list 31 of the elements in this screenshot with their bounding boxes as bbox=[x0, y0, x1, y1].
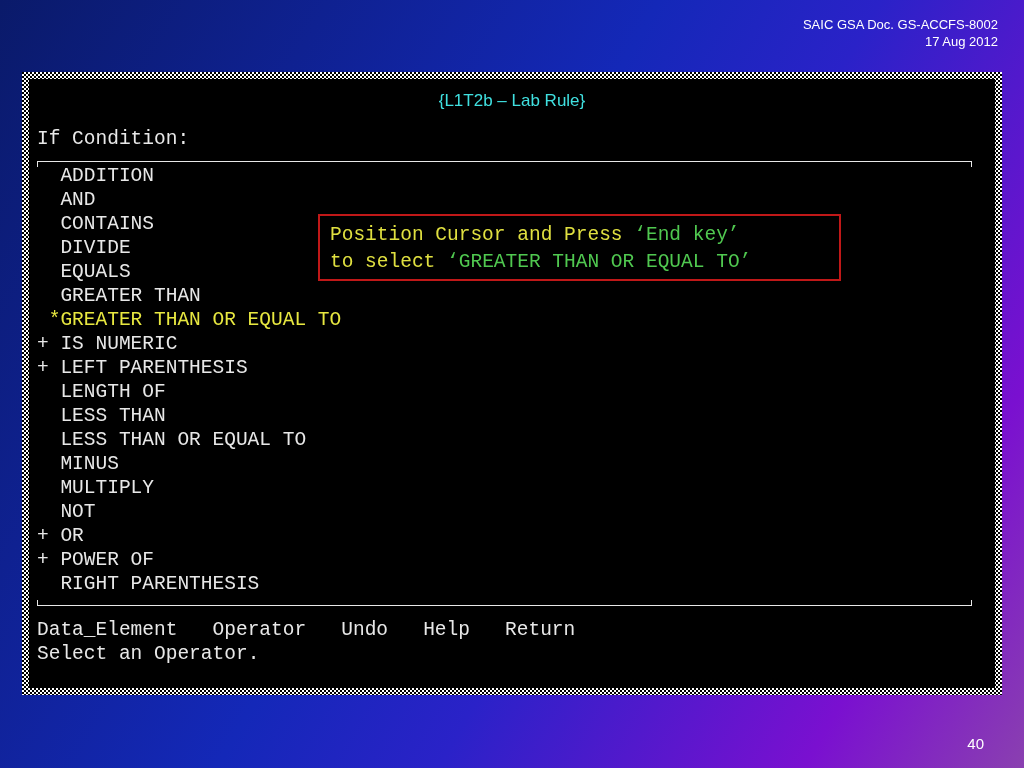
menu-option[interactable]: Return bbox=[505, 618, 576, 642]
operator-item[interactable]: + IS NUMERIC bbox=[37, 332, 178, 356]
operator-item[interactable]: MULTIPLY bbox=[37, 476, 154, 500]
menu-option[interactable]: Data_Element bbox=[37, 618, 178, 642]
operator-item[interactable]: LENGTH OF bbox=[37, 380, 166, 404]
operator-item[interactable]: GREATER THAN bbox=[37, 284, 201, 308]
operator-item[interactable]: DIVIDE bbox=[37, 236, 131, 260]
operator-item[interactable]: + POWER OF bbox=[37, 548, 154, 572]
operator-item[interactable]: LESS THAN bbox=[37, 404, 166, 428]
instruction-text: to select ‘GREATER THAN OR EQUAL TO’ bbox=[330, 250, 753, 275]
instruction-text: Position Cursor and Press ‘End key’ bbox=[330, 223, 741, 248]
document-id: SAIC GSA Doc. GS-ACCFS-8002 bbox=[802, 16, 998, 33]
status-message: Select an Operator. bbox=[37, 643, 260, 665]
operator-item[interactable]: NOT bbox=[37, 500, 96, 524]
document-date: 17 Aug 2012 bbox=[923, 33, 998, 50]
operator-item[interactable]: RIGHT PARENTHESIS bbox=[37, 572, 260, 596]
operator-item[interactable]: + OR bbox=[37, 524, 84, 548]
menu-option[interactable]: Help bbox=[423, 618, 470, 642]
menu-option[interactable]: Undo bbox=[341, 618, 389, 642]
operator-item[interactable]: ADDITION bbox=[37, 164, 154, 188]
operator-item[interactable]: + LEFT PARENTHESIS bbox=[37, 356, 248, 380]
operator-item[interactable]: *GREATER THAN OR EQUAL TO bbox=[37, 308, 342, 332]
operator-item[interactable]: EQUALS bbox=[37, 260, 131, 284]
condition-label: If Condition: bbox=[37, 128, 190, 150]
screen-title: {L1T2b – Lab Rule} bbox=[438, 90, 586, 112]
menu-option[interactable]: Operator bbox=[212, 618, 307, 642]
page-number: 40 bbox=[967, 735, 984, 752]
operator-item[interactable]: AND bbox=[37, 188, 96, 212]
operator-item[interactable]: CONTAINS bbox=[37, 212, 154, 236]
operator-item[interactable]: MINUS bbox=[37, 452, 119, 476]
operator-item[interactable]: LESS THAN OR EQUAL TO bbox=[37, 428, 307, 452]
